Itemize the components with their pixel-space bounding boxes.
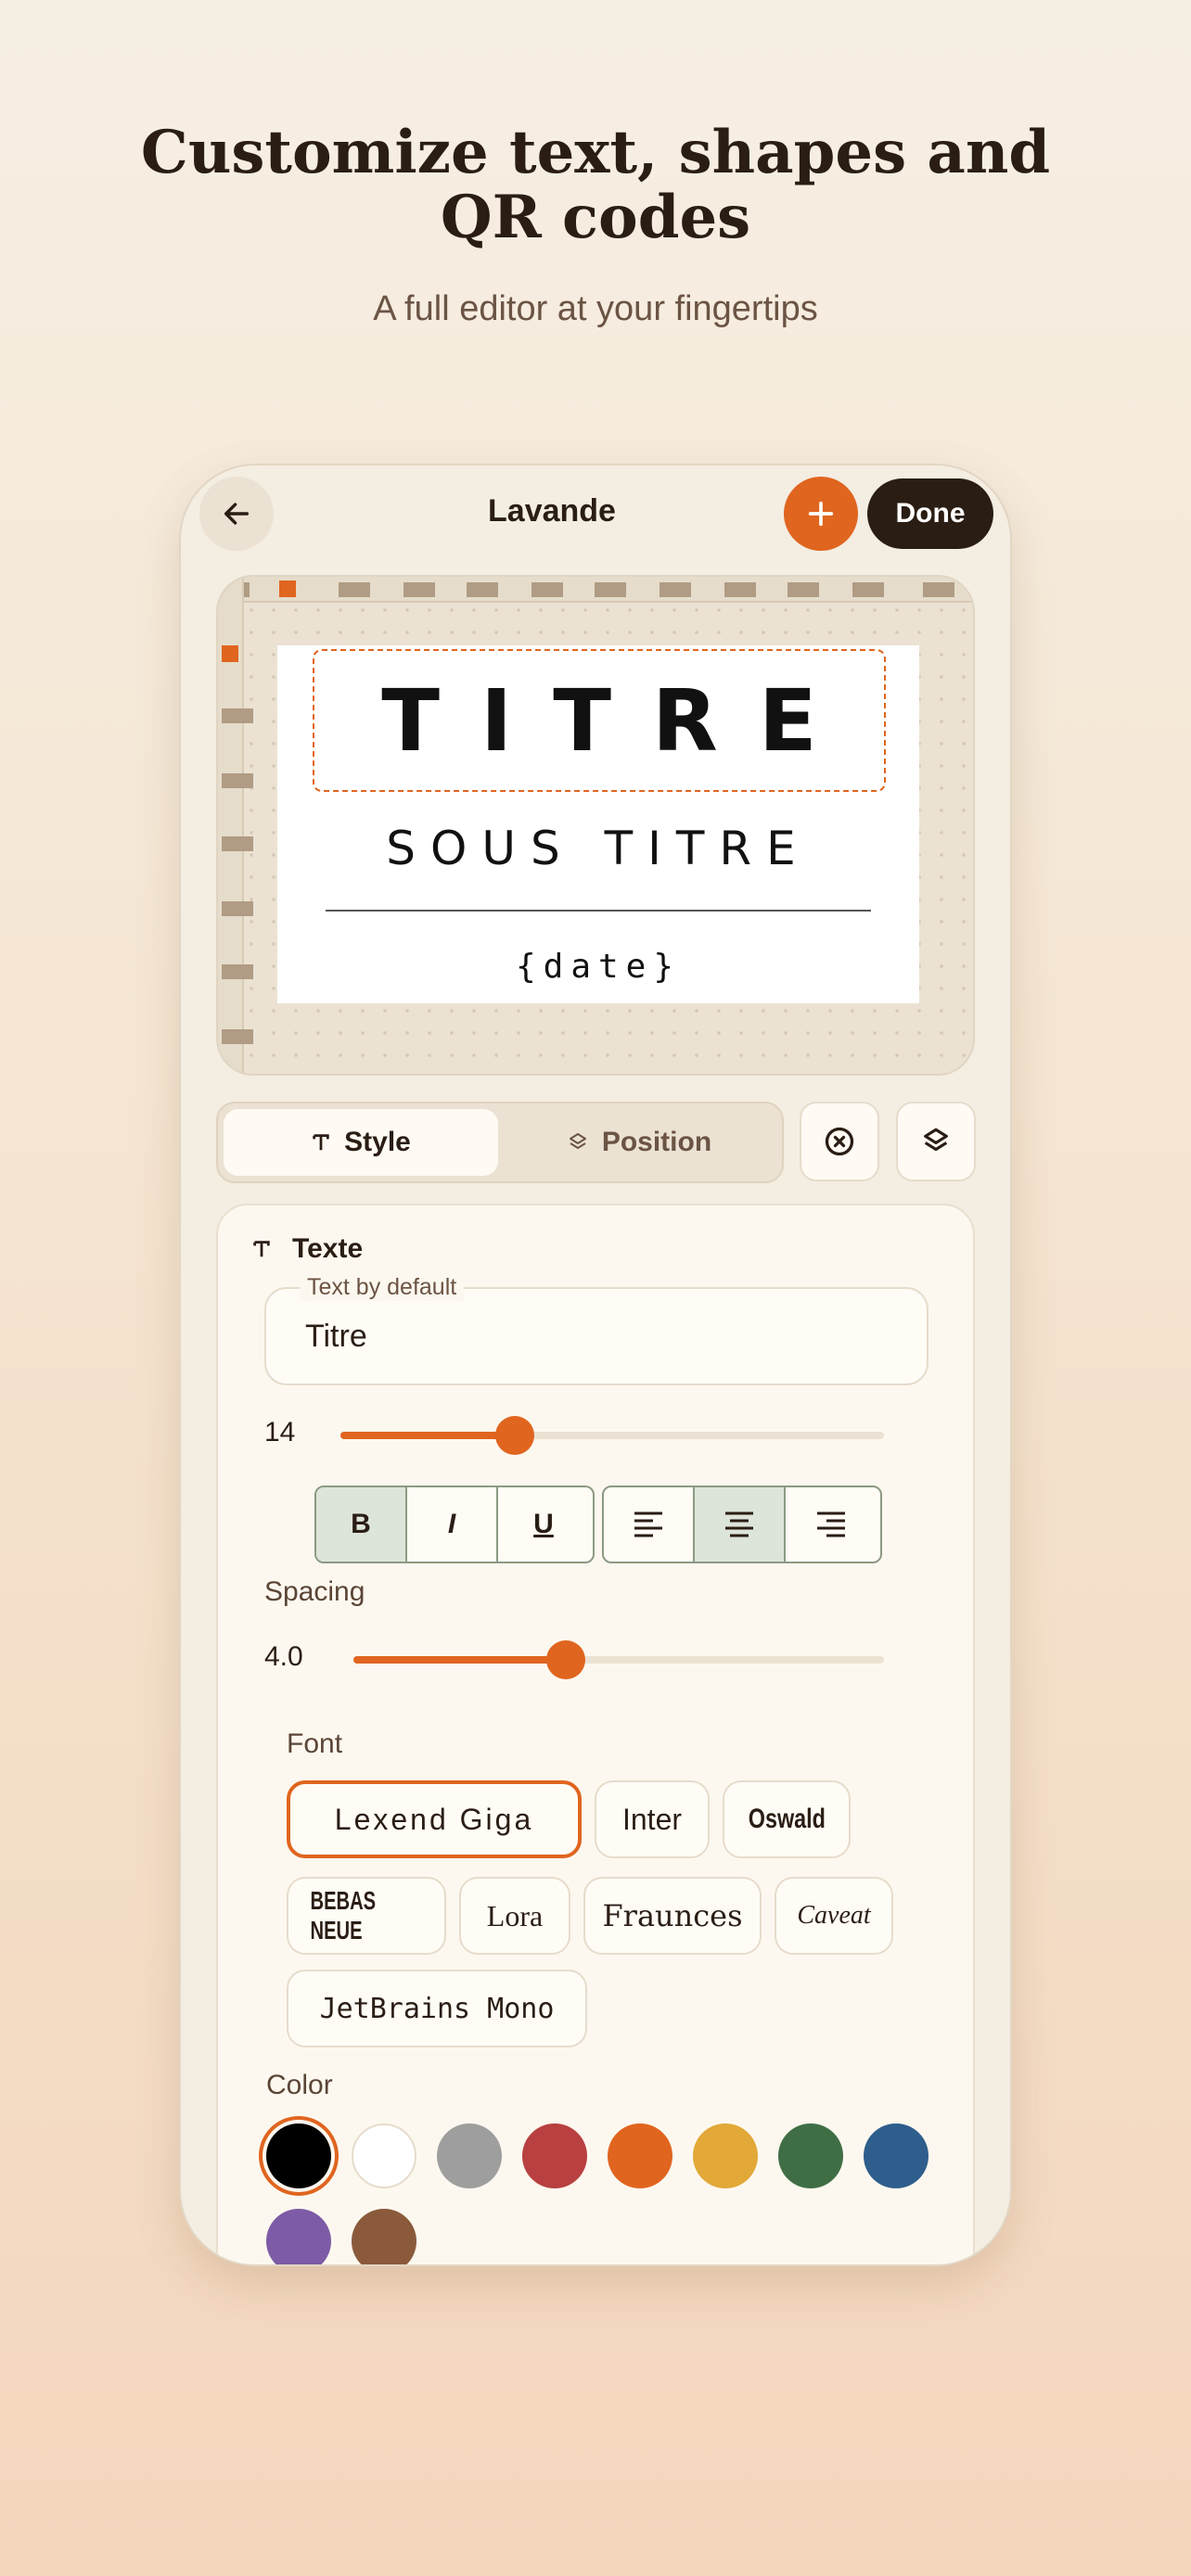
- align-left-button[interactable]: [604, 1487, 695, 1562]
- color-section-label: Color: [266, 2070, 333, 2100]
- text-t-icon: [253, 1241, 270, 1257]
- default-text-value: Titre: [305, 1319, 367, 1354]
- tab-position-label: Position: [601, 1127, 712, 1157]
- font-option-label: Caveat: [797, 1901, 871, 1930]
- default-text-label: Text by default: [300, 1274, 465, 1301]
- italic-button[interactable]: I: [407, 1487, 498, 1562]
- label-divider-line[interactable]: [326, 910, 871, 912]
- selected-title-element[interactable]: TITRE: [313, 649, 886, 792]
- text-section-header: Texte: [251, 1233, 363, 1265]
- align-right-button[interactable]: [786, 1487, 877, 1562]
- align-center-icon: [725, 1511, 753, 1537]
- editor-tabs: Style Position: [216, 1102, 784, 1183]
- color-swatch[interactable]: [693, 2123, 758, 2188]
- default-text-field[interactable]: Text by default Titre: [264, 1274, 928, 1385]
- top-bar: Lavande Done: [181, 465, 1010, 567]
- font-option-fraunces[interactable]: Fraunces: [583, 1877, 762, 1955]
- color-swatch[interactable]: [437, 2123, 502, 2188]
- ruler-top: [218, 577, 973, 603]
- label-title: TITRE: [381, 670, 858, 771]
- font-option-jetbrains-mono[interactable]: JetBrains Mono: [287, 1970, 587, 2047]
- font-size-value: 14: [264, 1417, 296, 1447]
- align-left-icon: [634, 1511, 662, 1537]
- text-style-group: B I U: [314, 1486, 595, 1563]
- font-option-caveat[interactable]: Caveat: [775, 1877, 893, 1955]
- italic-label: I: [447, 1509, 456, 1539]
- color-swatch[interactable]: [522, 2123, 587, 2188]
- phone-frame: Lavande Done TITRE SOUS TITRE {date} Sty…: [181, 465, 1010, 2264]
- spacing-slider-thumb[interactable]: [545, 1640, 585, 1679]
- tab-position[interactable]: Position: [502, 1109, 776, 1176]
- style-panel: Texte Text by default Titre 14 B I U Spa…: [216, 1204, 975, 2264]
- label-date[interactable]: {date}: [277, 948, 919, 986]
- color-swatch[interactable]: [266, 2123, 331, 2188]
- bold-label: B: [351, 1509, 371, 1539]
- font-option-lexend-giga[interactable]: Lexend Giga: [287, 1780, 582, 1858]
- font-size-slider-fill: [340, 1432, 515, 1439]
- plus-icon: [808, 501, 834, 527]
- font-option-label: Oswald: [748, 1804, 826, 1834]
- tab-style-label: Style: [344, 1127, 411, 1157]
- layers-button[interactable]: [896, 1102, 976, 1181]
- arrow-left-icon: [224, 503, 250, 525]
- layers-icon: [569, 1133, 586, 1149]
- done-button[interactable]: Done: [867, 478, 993, 549]
- font-option-label: Fraunces: [602, 1898, 743, 1933]
- color-swatch[interactable]: [778, 2123, 843, 2188]
- text-align-group: [602, 1486, 882, 1563]
- close-circle-icon: [825, 1127, 854, 1156]
- color-swatch[interactable]: [266, 2209, 331, 2264]
- font-option-bebas-neue[interactable]: BEBAS NEUE: [287, 1877, 446, 1955]
- underline-label: U: [533, 1509, 554, 1539]
- align-right-icon: [817, 1511, 845, 1537]
- text-t-icon: [313, 1134, 329, 1151]
- hero-subtitle: A full editor at your fingertips: [373, 289, 818, 328]
- font-option-label: Lexend Giga: [334, 1802, 534, 1836]
- font-option-label: BEBAS NEUE: [310, 1886, 377, 1945]
- layers-icon: [924, 1128, 948, 1152]
- label-preview[interactable]: TITRE SOUS TITRE {date}: [277, 645, 919, 1003]
- hero-title: Customize text, shapes and QR codes: [140, 118, 1051, 252]
- font-option-label: JetBrains Mono: [319, 1992, 555, 2025]
- bold-button[interactable]: B: [316, 1487, 407, 1562]
- color-swatch[interactable]: [608, 2123, 672, 2188]
- text-section-title: Texte: [292, 1233, 364, 1264]
- font-option-oswald[interactable]: Oswald: [723, 1780, 851, 1858]
- editor-canvas[interactable]: TITRE SOUS TITRE {date}: [216, 575, 975, 1076]
- color-swatch[interactable]: [864, 2123, 928, 2188]
- font-size-slider[interactable]: [340, 1416, 884, 1455]
- ruler-marker-x: [279, 580, 296, 597]
- align-center-button[interactable]: [695, 1487, 786, 1562]
- spacing-label: Spacing: [264, 1576, 365, 1607]
- spacing-slider[interactable]: [353, 1640, 884, 1679]
- add-element-button[interactable]: [784, 477, 858, 551]
- back-button[interactable]: [199, 477, 274, 551]
- font-size-slider-thumb[interactable]: [494, 1416, 534, 1455]
- font-option-label: Inter: [621, 1802, 683, 1836]
- font-option-inter[interactable]: Inter: [595, 1780, 710, 1858]
- spacing-value: 4.0: [264, 1641, 303, 1672]
- project-title: Lavande: [488, 493, 616, 529]
- tab-style[interactable]: Style: [224, 1109, 498, 1176]
- underline-button[interactable]: U: [498, 1487, 589, 1562]
- delete-element-button[interactable]: [800, 1102, 879, 1181]
- ruler-marker-y: [222, 645, 238, 662]
- color-swatch[interactable]: [352, 2123, 416, 2188]
- label-subtitle[interactable]: SOUS TITRE: [277, 822, 919, 875]
- font-option-label: Lora: [486, 1898, 544, 1932]
- font-section-label: Font: [287, 1728, 343, 1759]
- font-option-lora[interactable]: Lora: [459, 1877, 570, 1955]
- spacing-slider-fill: [353, 1656, 566, 1664]
- color-swatch[interactable]: [352, 2209, 416, 2264]
